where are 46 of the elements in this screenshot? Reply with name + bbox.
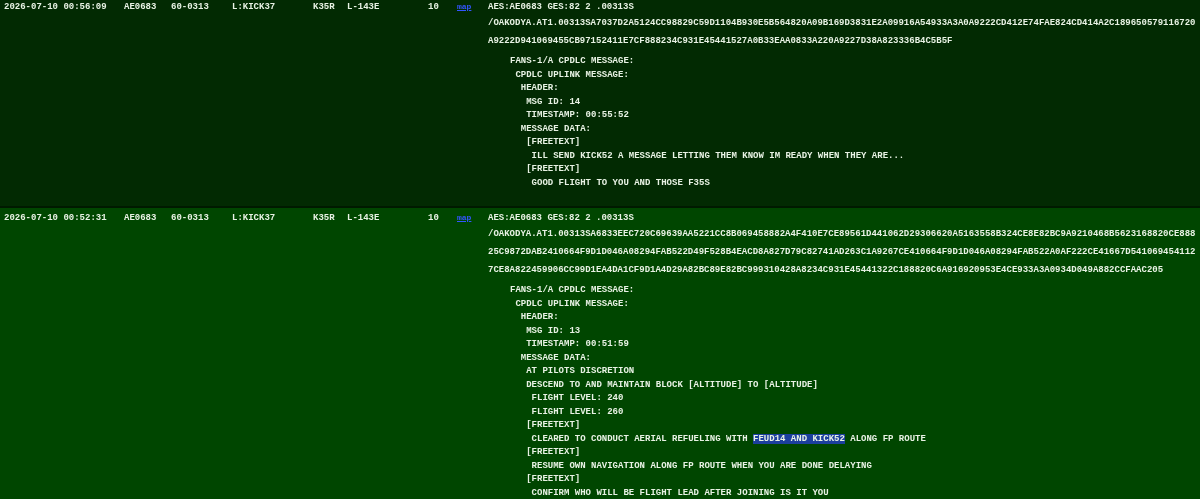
decoded-line: [FREETEXT] — [525, 446, 582, 459]
decoded-line: DESCEND TO AND MAINTAIN BLOCK [ALTITUDE] TO [ALTITUDE] — [525, 378, 819, 392]
table-cell-text: 10 — [428, 212, 440, 225]
decoded-line: FANS-1/A CPDLC MESSAGE: — [510, 284, 636, 297]
decoded-line: [FREETEXT] — [525, 419, 582, 432]
raw-message: /OAKODYA.AT1.00313SA6833EEC720C69639AA5221CC8B069458882A4F410E7CE89561D441062D29306620A5163558B324CE8E82BC9A9210468B5623168820CE88825C9872DAB2410664F9D1D046A08294FAB522D49F528B4EACD8A827D79C82741AD263C1A9267CE410664F9D1D046A08294FAB522A0AF222CE41667D5410694541127CE8A822459906CC99D1EA4DA1CF9D1A4D29A82BC89E82BC999310428A8234C931E45441322C188820C6A916920953E4CE933A3A0934D049A882CCFAAC205 — [488, 228, 1196, 277]
decoded-line: [FREETEXT] — [525, 136, 582, 149]
table-cell-text: L-143E — [347, 212, 381, 225]
raw-message: /OAKODYA.AT1.00313SA7037D2A5124CC98829C59D1104B930E5B564820A09B169D3831E2A09916A54933A3A0A9222CD412E74FAE824CD414A2C189650579116720A9222D941069455CB97152411E7CF888234C931E45441527A0B33EAA0833A220A9227D38A823336B4C5B5F — [488, 17, 1196, 48]
decoded-text: CLEARED TO CONDUCT AERIAL REFUELING WITH — [531, 433, 749, 444]
decoded-line: HEADER: — [519, 311, 560, 324]
decoded-line: AT PILOTS DISCRETION — [525, 365, 636, 378]
decoded-line: CONFIRM WHO WILL BE FLIGHT LEAD AFTER JOINING IS IT YOU — [530, 486, 830, 499]
message-header: AES:AE0683 GES:82 2 .00313S — [488, 212, 635, 225]
highlighted-text: FEUD14 AND KICK52 — [753, 433, 845, 444]
decoded-line: FANS-1/A CPDLC MESSAGE: — [510, 55, 636, 68]
decoded-line: ILL SEND KICK52 A MESSAGE LETTING THEM KNOW IM READY WHEN THEY ARE... — [530, 149, 906, 163]
decoded-line: MESSAGE DATA: — [519, 351, 592, 365]
decoded-line: [FREETEXT] — [525, 473, 582, 486]
decoded-line: MESSAGE DATA: — [519, 122, 592, 136]
table-cell-text: 10 — [428, 1, 440, 14]
decoded-line: CPDLC UPLINK MESSAGE: — [514, 297, 630, 311]
decoded-line: TIMESTAMP: 00:55:52 — [525, 109, 630, 122]
decoded-line: FLIGHT LEVEL: 240 — [530, 392, 625, 405]
aircraft-type: K35R — [313, 212, 336, 225]
decoded-line: GOOD FLIGHT TO YOU AND THOSE F35S — [530, 176, 711, 190]
decoded-line: MSG ID: 14 — [525, 95, 582, 109]
timestamp: 2026-07-10 00:56:09 — [4, 1, 108, 14]
table-cell-text: L-143E — [347, 1, 381, 14]
aircraft-type: K35R — [313, 1, 336, 14]
decoded-line: RESUME OWN NAVIGATION ALONG FP ROUTE WHEN YOU ARE DONE DELAYING — [530, 459, 873, 473]
decoded-line: MSG ID: 13 — [525, 324, 582, 338]
decoded-line: FLIGHT LEVEL: 260 — [530, 405, 625, 419]
decoded-text: ALONG FP ROUTE — [849, 433, 926, 444]
registration: 60-0313 — [171, 1, 210, 14]
callsign: L:KICK37 — [232, 212, 277, 225]
aes-id: AE0683 — [124, 1, 158, 14]
decoded-line: TIMESTAMP: 00:51:59 — [525, 338, 630, 351]
registration: 60-0313 — [171, 212, 210, 225]
callsign: L:KICK37 — [232, 1, 277, 14]
decoded-line: [FREETEXT] — [525, 163, 582, 176]
aes-id: AE0683 — [124, 212, 158, 225]
timestamp: 2026-07-10 00:52:31 — [4, 212, 108, 225]
decoded-line: CPDLC UPLINK MESSAGE: — [514, 68, 630, 82]
message-header: AES:AE0683 GES:82 2 .00313S — [488, 1, 635, 14]
decoded-line: HEADER: — [519, 82, 560, 95]
